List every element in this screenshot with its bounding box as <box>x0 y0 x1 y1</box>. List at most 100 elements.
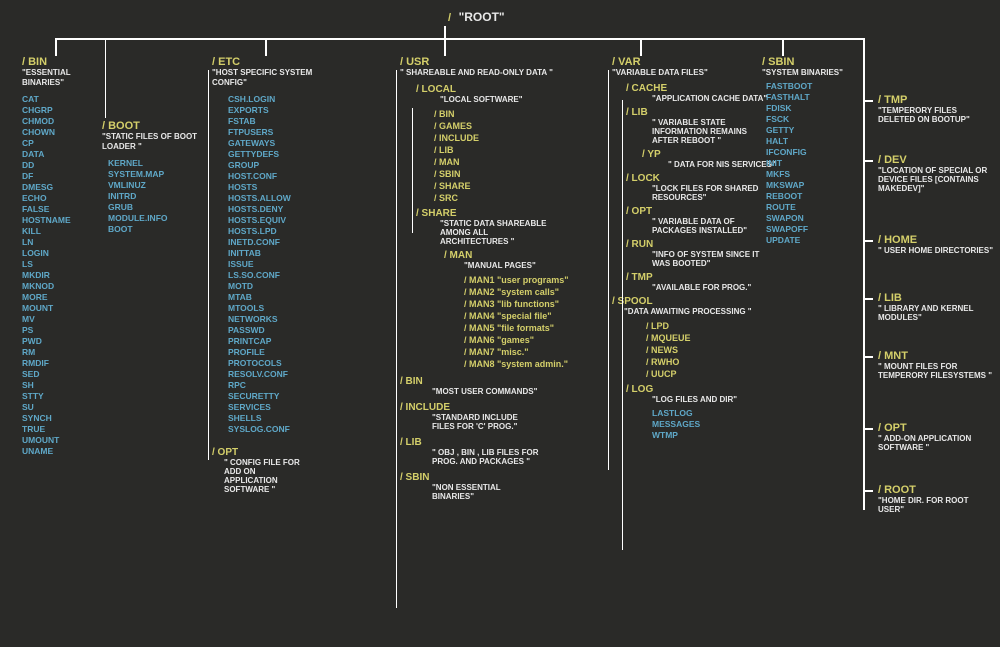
list-item: SERVICES <box>228 402 322 413</box>
list-item: RESOLV.CONF <box>228 369 322 380</box>
list-item: STTY <box>22 391 112 402</box>
var-tmp-desc: "AVAILABLE FOR PROG." <box>652 283 792 292</box>
list-item: / LIB <box>434 144 620 156</box>
list-item: / MQUEUE <box>646 332 792 344</box>
usr-lib-desc: " OBJ , BIN , LIB FILES FOR PROG. AND PA… <box>432 448 542 466</box>
list-item: / LPD <box>646 320 792 332</box>
list-item: GATEWAYS <box>228 138 322 149</box>
list-item: KILL <box>22 226 112 237</box>
mnt-desc: " MOUNT FILES FOR TEMPERORY FILESYSTEMS … <box>878 362 993 380</box>
mnt-label: / MNT <box>878 350 993 362</box>
topopt-desc: " ADD-ON APPLICATION SOFTWARE " <box>878 434 993 452</box>
list-item: FASTBOOT <box>766 81 857 92</box>
list-item: HOSTS.ALLOW <box>228 193 322 204</box>
list-item: IFCONFIG <box>766 147 857 158</box>
usr-include-desc: "STANDARD INCLUDE FILES FOR 'C' PROG." <box>432 413 542 431</box>
list-item: PROFILE <box>228 347 322 358</box>
toplib-label: / LIB <box>878 292 993 304</box>
usr-local-label: / LOCAL <box>416 84 620 95</box>
tree-line <box>863 100 873 102</box>
tree-line <box>863 490 873 492</box>
list-item: BOOT <box>108 224 202 235</box>
list-item: GRUB <box>108 202 202 213</box>
dir-toplib: / LIB " LIBRARY AND KERNEL MODULES" <box>878 292 993 322</box>
tree-line <box>444 38 446 56</box>
tree-line <box>863 38 865 510</box>
list-item: MTOOLS <box>228 303 322 314</box>
list-item: REBOOT <box>766 191 857 202</box>
list-item: GROUP <box>228 160 322 171</box>
dir-home: / HOME " USER HOME DIRECTORIES" <box>878 234 993 255</box>
usr-share-man-label: / MAN <box>444 250 620 261</box>
list-item: UNAME <box>22 446 112 457</box>
dir-boot: / BOOT "STATIC FILES OF BOOT LOADER " KE… <box>102 120 202 235</box>
list-item: FSTAB <box>228 116 322 127</box>
list-item: MOTD <box>228 281 322 292</box>
tree-line <box>444 26 446 38</box>
list-item: / GAMES <box>434 120 620 132</box>
boot-desc: "STATIC FILES OF BOOT LOADER " <box>102 132 202 152</box>
list-item: FASTHALT <box>766 92 857 103</box>
rootdir-desc: "HOME DIR. FOR ROOT USER" <box>878 496 993 514</box>
list-item: SYSLOG.CONF <box>228 424 322 435</box>
usr-label: / USR <box>400 56 620 68</box>
usr-desc: " SHAREABLE AND READ-ONLY DATA " <box>400 68 620 78</box>
sbin-desc: "SYSTEM BINARIES" <box>762 68 857 77</box>
list-item: SHELLS <box>228 413 322 424</box>
list-item: SWAPON <box>766 213 857 224</box>
list-item: INIT <box>766 158 857 169</box>
var-run-desc: "INFO OF SYSTEM SINCE IT WAS BOOTED" <box>652 250 772 268</box>
list-item: / UUCP <box>646 368 792 380</box>
list-item: DATA <box>22 149 112 160</box>
list-item: PS <box>22 325 112 336</box>
root-label: / <box>448 12 451 24</box>
home-label: / HOME <box>878 234 993 246</box>
list-item: EXPORTS <box>228 105 322 116</box>
var-log-label: / LOG <box>626 384 792 395</box>
list-item: GETTYDEFS <box>228 149 322 160</box>
usr-share-desc: "STATIC DATA SHAREABLE AMONG ALL ARCHITE… <box>440 219 550 246</box>
usr-sbin-desc: "NON ESSENTIAL BINARIES" <box>432 483 542 501</box>
dev-label: / DEV <box>878 154 996 166</box>
tree-line <box>782 38 784 56</box>
tree-line <box>863 240 873 242</box>
usr-local-desc: "LOCAL SOFTWARE" <box>440 95 620 104</box>
var-lib-desc: " VARIABLE STATE INFORMATION REMAINS AFT… <box>652 118 752 145</box>
var-spool-label: / SPOOL <box>612 296 792 307</box>
list-item: INITTAB <box>228 248 322 259</box>
list-item: MV <box>22 314 112 325</box>
tmp-desc: "TEMPERORY FILES DELETED ON BOOTUP" <box>878 106 993 124</box>
tree-line <box>863 356 873 358</box>
list-item: LS.SO.CONF <box>228 270 322 281</box>
list-item: / SRC <box>434 192 620 204</box>
list-item: / NEWS <box>646 344 792 356</box>
list-item: / MAN <box>434 156 620 168</box>
list-item: RMDIF <box>22 358 112 369</box>
list-item: MODULE.INFO <box>108 213 202 224</box>
list-item: HOSTS.EQUIV <box>228 215 322 226</box>
tree-line <box>412 108 413 233</box>
dir-usr: / USR " SHAREABLE AND READ-ONLY DATA " /… <box>400 56 620 501</box>
list-item: / MAN6 "games" <box>464 334 620 346</box>
list-item: / MAN5 "file formats" <box>464 322 620 334</box>
list-item: PRINTCAP <box>228 336 322 347</box>
list-item: / MAN7 "misc." <box>464 346 620 358</box>
list-item: / MAN3 "lib functions" <box>464 298 620 310</box>
tree-line <box>55 38 865 40</box>
list-item: UMOUNT <box>22 435 112 446</box>
list-item: ECHO <box>22 193 112 204</box>
list-item: SED <box>22 369 112 380</box>
home-desc: " USER HOME DIRECTORIES" <box>878 246 993 255</box>
usr-lib-label: / LIB <box>400 437 620 448</box>
usr-bin-label: / BIN <box>400 376 620 387</box>
rootdir-label: / ROOT <box>878 484 993 496</box>
usr-sbin-label: / SBIN <box>400 472 620 483</box>
tree-line <box>863 298 873 300</box>
list-item: / MAN2 "system calls" <box>464 286 620 298</box>
list-item: HALT <box>766 136 857 147</box>
list-item: LN <box>22 237 112 248</box>
list-item: VMLINUZ <box>108 180 202 191</box>
list-item: HOSTS.DENY <box>228 204 322 215</box>
usr-include-label: / INCLUDE <box>400 402 620 413</box>
etc-label: / ETC <box>212 56 322 68</box>
